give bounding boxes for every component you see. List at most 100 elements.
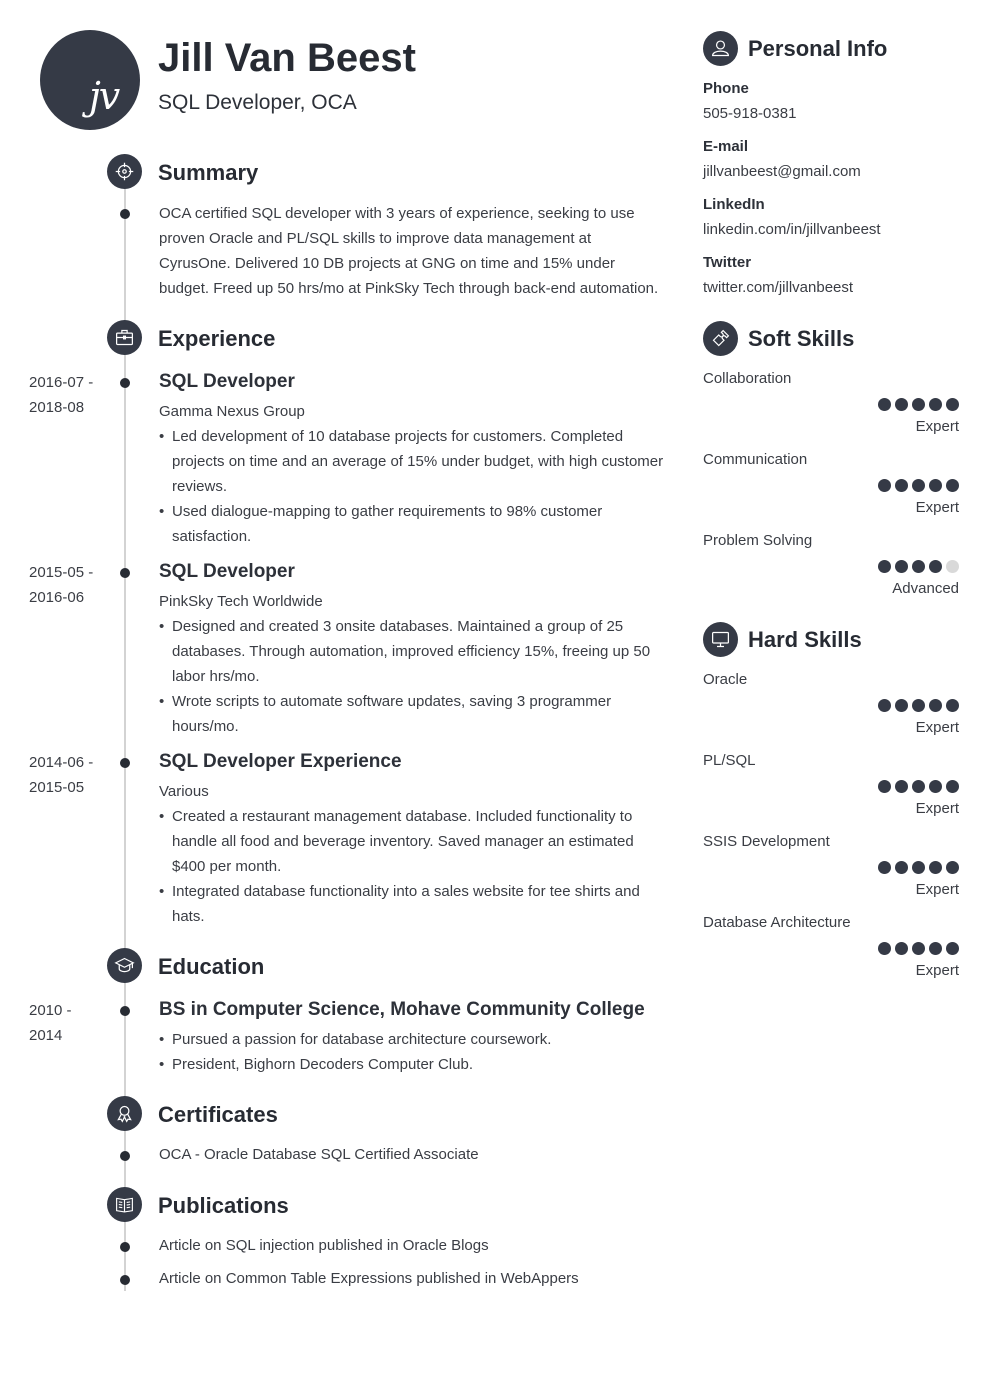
info-value-email[interactable]: jillvanbeest@gmail.com <box>703 163 861 180</box>
rating-dot-filled <box>929 861 942 874</box>
bullet-item: Wrote scripts to automate software updat… <box>159 689 667 739</box>
skill-rating <box>878 560 959 573</box>
timeline-dot <box>120 209 130 219</box>
section-title-publications: Publications <box>158 1193 289 1218</box>
skill-rating <box>878 479 959 492</box>
entry-date: 2014-06 - 2015-05 <box>29 754 94 796</box>
user-icon <box>703 31 738 66</box>
certificate-item: OCA - Oracle Database SQL Certified Asso… <box>159 1146 479 1163</box>
timeline-dot <box>120 568 130 578</box>
timeline-dot <box>120 1006 130 1016</box>
timeline-dot <box>120 1151 130 1161</box>
company-name: PinkSky Tech Worldwide <box>159 593 323 610</box>
rating-dot-filled <box>895 398 908 411</box>
timeline-dot <box>120 1275 130 1285</box>
summary-text: OCA certified SQL developer with 3 years… <box>159 205 659 297</box>
info-label-email: E-mail <box>703 138 749 155</box>
bullet-item: Led development of 10 database projects … <box>159 424 667 499</box>
rating-dot-filled <box>878 699 891 712</box>
open-book-icon <box>107 1187 142 1222</box>
section-title-personal-info: Personal Info <box>748 36 888 61</box>
rating-dot-filled <box>895 942 908 955</box>
rating-dot-filled <box>946 780 959 793</box>
info-value-twitter[interactable]: twitter.com/jillvanbeest <box>703 279 853 296</box>
puzzle-piece-icon <box>703 321 738 356</box>
target-icon <box>107 154 142 189</box>
rating-dot-filled <box>946 398 959 411</box>
briefcase-icon <box>107 320 142 355</box>
rating-dot-filled <box>929 699 942 712</box>
rating-dot-filled <box>929 560 942 573</box>
skill-rating <box>878 780 959 793</box>
rating-dot-empty <box>946 560 959 573</box>
section-title-soft-skills: Soft Skills <box>748 326 855 351</box>
section-title-hard-skills: Hard Skills <box>748 627 862 652</box>
skill-level: Expert <box>915 962 959 979</box>
skill-name: SSIS Development <box>703 833 830 850</box>
rating-dot-filled <box>895 861 908 874</box>
timeline-dot <box>120 378 130 388</box>
rating-dot-filled <box>912 861 925 874</box>
info-value-linkedin[interactable]: linkedin.com/in/jillvanbeest <box>703 221 881 238</box>
rating-dot-filled <box>912 699 925 712</box>
skill-name: Communication <box>703 451 808 468</box>
bullet-item: Designed and created 3 onsite databases.… <box>159 614 667 689</box>
skill-name: Oracle <box>703 671 748 688</box>
info-label-phone: Phone <box>703 80 749 97</box>
education-bullets: Pursued a passion for database architect… <box>159 1027 667 1077</box>
candidate-title: SQL Developer, OCA <box>158 91 357 114</box>
rating-dot-filled <box>912 560 925 573</box>
skill-name: PL/SQL <box>703 752 756 769</box>
skill-level: Expert <box>915 418 959 435</box>
rating-dot-filled <box>912 942 925 955</box>
job-bullets: Led development of 10 database projects … <box>159 424 667 549</box>
rating-dot-filled <box>946 942 959 955</box>
avatar-initials: jv <box>89 74 120 118</box>
timeline-dot <box>120 1242 130 1252</box>
rating-dot-filled <box>895 479 908 492</box>
job-title: SQL Developer Experience <box>159 751 402 772</box>
rating-dot-filled <box>878 398 891 411</box>
skill-level: Advanced <box>892 580 959 597</box>
rating-dot-filled <box>895 699 908 712</box>
info-label-twitter: Twitter <box>703 254 752 271</box>
entry-date: 2015-05 - 2016-06 <box>29 564 94 606</box>
skill-rating <box>878 699 959 712</box>
skill-name: Database Architecture <box>703 914 851 931</box>
skill-level: Expert <box>915 881 959 898</box>
publication-item: Article on Common Table Expressions publ… <box>159 1270 579 1287</box>
monitor-icon <box>703 622 738 657</box>
entry-date: 2010 - 2014 <box>29 1002 72 1044</box>
bullet-item: President, Bighorn Decoders Computer Clu… <box>159 1052 667 1077</box>
rating-dot-filled <box>946 479 959 492</box>
rating-dot-filled <box>912 398 925 411</box>
section-title-education: Education <box>158 954 265 979</box>
rating-dot-filled <box>946 861 959 874</box>
rating-dot-filled <box>878 942 891 955</box>
rating-dot-filled <box>929 780 942 793</box>
company-name: Gamma Nexus Group <box>159 403 305 420</box>
skill-level: Expert <box>915 499 959 516</box>
rating-dot-filled <box>878 780 891 793</box>
skill-level: Expert <box>915 800 959 817</box>
job-title: SQL Developer <box>159 371 295 392</box>
info-label-linkedin: LinkedIn <box>703 196 765 213</box>
skill-rating <box>878 861 959 874</box>
bullet-item: Created a restaurant management database… <box>159 804 667 879</box>
info-value-phone: 505-918-0381 <box>703 105 797 122</box>
rating-dot-filled <box>895 780 908 793</box>
award-ribbon-icon <box>107 1096 142 1131</box>
entry-date: 2016-07 - 2018-08 <box>29 374 94 416</box>
publication-item: Article on SQL injection published in Or… <box>159 1237 489 1254</box>
section-title-experience: Experience <box>158 326 276 351</box>
skill-rating <box>878 398 959 411</box>
rating-dot-filled <box>912 780 925 793</box>
skill-name: Problem Solving <box>703 532 813 549</box>
rating-dot-filled <box>878 560 891 573</box>
rating-dot-filled <box>912 479 925 492</box>
section-title-summary: Summary <box>158 160 259 185</box>
bullet-item: Integrated database functionality into a… <box>159 879 667 929</box>
rating-dot-filled <box>946 699 959 712</box>
candidate-name: Jill Van Beest <box>158 36 416 80</box>
bullet-item: Used dialogue-mapping to gather requirem… <box>159 499 667 549</box>
